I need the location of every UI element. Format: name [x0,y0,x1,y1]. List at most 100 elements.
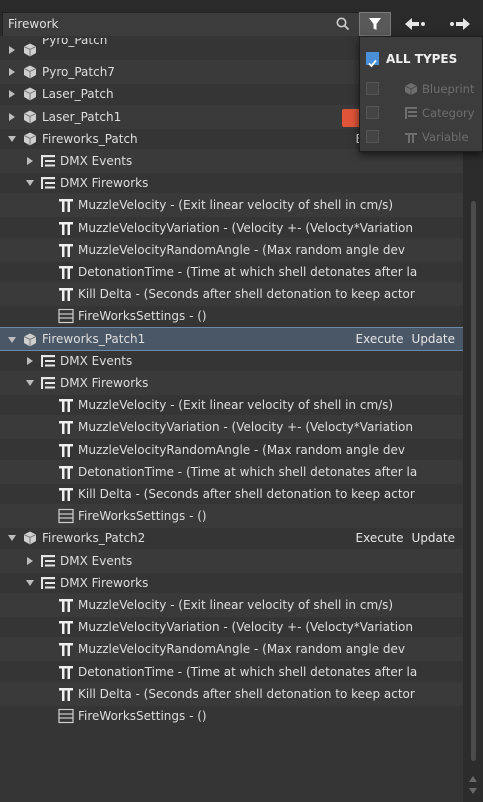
expand-arrow-icon[interactable] [9,90,15,99]
tree-row-label: Laser_Patch [42,87,114,102]
tree-row-variable[interactable]: MuzzleVelocityRandomAngle - (Max random … [0,438,463,462]
collapse-arrow-icon[interactable] [26,380,34,386]
tree-row-label: MuzzleVelocity - (Exit linear velocity o… [78,598,394,612]
tree-row-label: MuzzleVelocityRandomAngle - (Max random … [78,642,406,657]
category-icon [40,175,56,191]
search-value[interactable]: Firework [8,17,58,31]
tree-row-variable[interactable]: Kill Delta - (Seconds after shell detona… [0,681,463,706]
tree-row-category[interactable]: DMX Events [0,548,463,573]
struct-icon [58,708,74,724]
expand-arrow-icon[interactable] [27,157,33,165]
tree-row-label: MuzzleVelocityVariation - (Velocity +- (… [78,420,413,435]
collapse-arrow-icon[interactable] [8,135,16,142]
tree-row-category[interactable]: DMX Fireworks [0,571,463,595]
expand-arrow-icon[interactable] [27,356,33,365]
category-icon [40,375,56,391]
tree-row-variable[interactable]: MuzzleVelocity - (Exit linear velocity o… [0,593,463,617]
filter-all-types[interactable]: ALL TYPES [360,47,482,71]
blueprint-icon [22,131,38,147]
tree-row-actor[interactable]: Fireworks_Patch2 Execute Update [0,526,463,550]
expand-arrow-icon[interactable] [9,46,15,54]
filter-dropdown: ALL TYPES Blueprint Category Variable [359,36,483,152]
scroll-down-arrow-icon[interactable] [469,788,477,794]
tree-row-category[interactable]: DMX Fireworks [0,371,463,395]
variable-checkbox[interactable] [366,130,379,143]
collapse-arrow-icon[interactable] [26,180,34,187]
tree-row-variable[interactable]: MuzzleVelocityVariation - (Velocity +- (… [0,415,463,440]
category-icon [405,107,417,119]
category-icon [40,553,56,569]
tree-row-variable[interactable]: FireWorksSettings - () [0,504,463,529]
expand-arrow-icon[interactable] [9,112,15,121]
variable-icon [58,664,74,680]
blueprint-icon [22,109,38,125]
blueprint-icon [22,42,38,58]
variable-icon [58,397,74,413]
collapse-arrow-icon[interactable] [8,535,16,542]
tree-row-label: Kill Delta - (Seconds after shell detona… [78,287,415,302]
variable-icon [58,242,74,258]
tree-row-variable[interactable]: Kill Delta - (Seconds after shell detona… [0,282,463,307]
filter-item-variable[interactable]: Variable [360,125,482,149]
scroll-thumb[interactable] [471,201,476,761]
tree-row-variable[interactable]: DetonationTime - (Time at which shell de… [0,660,463,684]
tree-row-label: DMX Events [60,553,133,568]
tree-row-label: FireWorksSettings - () [78,709,207,723]
tree-row-label: Fireworks_Patch [42,131,138,146]
scroll-up-arrow-icon[interactable] [469,776,477,782]
execute-button[interactable]: Execute [356,531,404,545]
category-checkbox[interactable] [366,106,379,119]
expand-arrow-icon[interactable] [27,556,33,565]
tree-row-actor[interactable]: Fireworks_Patch1 Execute Update [0,326,463,351]
filter-button[interactable] [359,12,391,36]
tree-row-label: DetonationTime - (Time at which shell de… [78,265,418,279]
tree-row-variable[interactable]: DetonationTime - (Time at which shell de… [0,260,463,284]
tree-row-variable[interactable]: DetonationTime - (Time at which shell de… [0,459,463,484]
tree-row-label: MuzzleVelocityRandomAngle - (Max random … [78,442,406,457]
forward-arrow-icon[interactable] [440,12,480,36]
tree-row-label: DetonationTime - (Time at which shell de… [78,464,418,479]
tree-row-category[interactable]: DMX Fireworks [0,171,463,195]
expand-arrow-icon[interactable] [9,68,15,77]
update-button[interactable]: Update [412,531,455,545]
tree-row-category[interactable]: DMX Events [0,349,463,373]
back-arrow-icon[interactable] [397,12,437,36]
variable-icon [58,264,74,280]
tree-row-variable[interactable]: FireWorksSettings - () [0,704,463,728]
variable-icon [58,486,74,502]
tree-row-variable[interactable]: MuzzleVelocity - (Exit linear velocity o… [0,393,463,417]
tree-row-label: Kill Delta - (Seconds after shell detona… [78,487,415,501]
search-icon[interactable] [335,16,351,32]
filter-item-blueprint[interactable]: Blueprint [360,77,482,101]
tree-row-label: DMX Events [60,353,133,368]
tree-row-label: Fireworks_Patch2 [42,531,146,546]
tree-row-label: Pyro_Patch [42,38,108,47]
tree-row-variable[interactable]: MuzzleVelocity - (Exit linear velocity o… [0,193,463,218]
tree-row-label: MuzzleVelocity - (Exit linear velocity o… [78,398,394,413]
category-icon [40,153,56,169]
tree-row-label: Pyro_Patch7 [42,65,115,80]
tree-row-variable[interactable]: MuzzleVelocityRandomAngle - (Max random … [0,237,463,262]
filter-item-category[interactable]: Category [360,101,482,125]
tree-row-variable[interactable]: Kill Delta - (Seconds after shell detona… [0,482,463,506]
blueprint-label: Blueprint [422,82,475,96]
tree-row-variable[interactable]: MuzzleVelocityVariation - (Velocity +- (… [0,216,463,240]
variable-icon [58,220,74,236]
variable-icon [58,597,74,613]
variable-icon [58,619,74,635]
execute-button[interactable]: Execute [356,332,404,346]
tree-row-variable[interactable]: MuzzleVelocityVariation - (Velocity +- (… [0,615,463,639]
tree-row-label: DMX Fireworks [60,575,149,590]
search-input[interactable]: Firework [2,12,360,36]
blueprint-icon [22,332,38,348]
struct-icon [58,508,74,524]
blueprint-checkbox[interactable] [366,82,379,95]
tree-row-category[interactable]: DMX Events [0,149,463,173]
filter-icon [369,18,381,30]
tree-row-variable[interactable]: MuzzleVelocityRandomAngle - (Max random … [0,637,463,662]
tree-row-variable[interactable]: FireWorksSettings - () [0,304,463,328]
all-types-checkbox[interactable] [366,52,379,68]
collapse-arrow-icon[interactable] [26,579,34,586]
update-button[interactable]: Update [412,332,455,346]
collapse-arrow-icon[interactable] [8,336,16,343]
